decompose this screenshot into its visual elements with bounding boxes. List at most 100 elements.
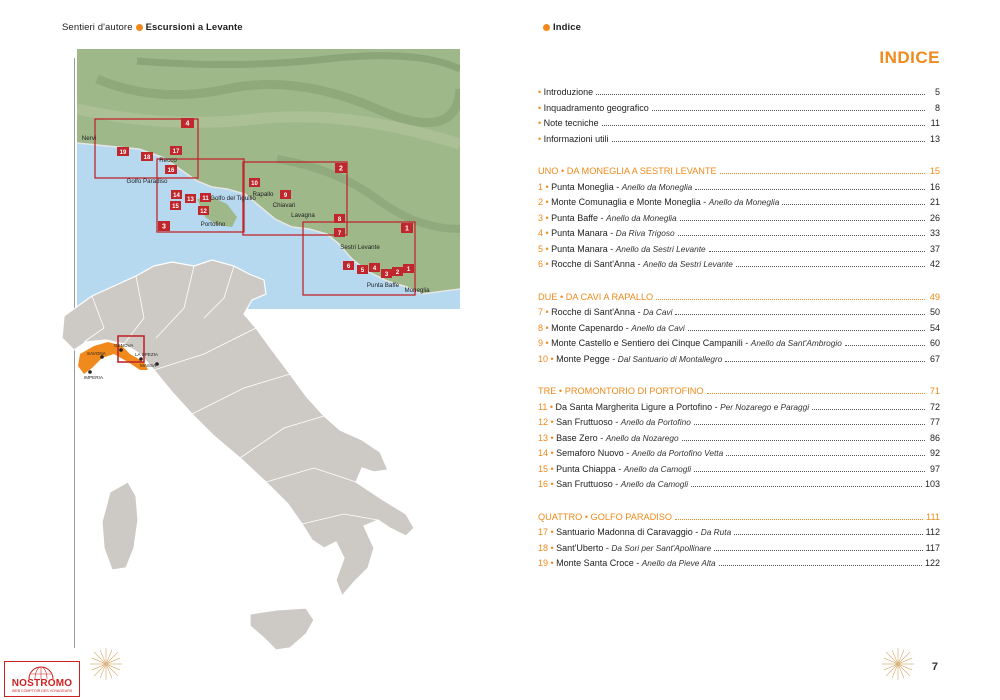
route-detail: Anello da Moneglia: [606, 212, 677, 223]
toc-entry[interactable]: 18 • Sant'Uberto - Da Sori per Sant'Apol…: [538, 543, 940, 559]
section-label: QUATTRO • GOLFO PARADISO: [538, 511, 673, 522]
left-page: Sentieri d'autore Escursioni a Levante 4…: [0, 0, 500, 700]
entry-page: 37: [929, 243, 940, 254]
entry-page: 97: [929, 463, 940, 474]
route-detail: Anello da Sant'Ambrogio: [750, 338, 842, 348]
route-number: 16: [168, 168, 175, 174]
route-name: Semaforo Nuovo: [556, 448, 624, 458]
route-name: Rocche di Sant'Anna: [551, 259, 635, 269]
page-number: 7: [931, 661, 938, 673]
map-place-label: Lavagna: [291, 212, 315, 219]
leader-dots: [706, 393, 925, 394]
section-label: DUE • DA CAVI A RAPALLO: [538, 291, 654, 302]
toc-entry[interactable]: • Inquadramento geografico 8: [538, 103, 940, 119]
leader-dots: [691, 486, 922, 487]
entry-label: Introduzione: [543, 87, 594, 97]
entry-page: 13: [929, 133, 940, 144]
globe-icon: [28, 666, 54, 679]
toc-entry[interactable]: • Note tecniche 11: [538, 118, 940, 134]
route-detail: Anello da Pieve Alta: [641, 558, 716, 568]
map-place-label: Recco: [159, 157, 177, 164]
route-number: 15: [172, 204, 179, 210]
leader-dots: [714, 549, 923, 551]
route-name: Monte Santa Croce: [556, 558, 634, 568]
toc-section-heading[interactable]: TRE • PROMONTORIO DI PORTOFINO 71: [538, 386, 940, 402]
entry-page: 112: [925, 527, 940, 537]
watermark-tagline: WEB COMPTOIR DES VOYAGEURS: [11, 689, 73, 693]
route-number: 14: [538, 448, 549, 458]
leader-dots: [844, 345, 925, 346]
toc-section-heading[interactable]: UNO • DA MONEGLIA A SESTRI LEVANTE 15: [538, 166, 940, 182]
toc-entry[interactable]: 3 • Punta Baffe - Anello da Moneglia 26: [538, 213, 940, 229]
section-page: 15: [929, 166, 940, 176]
compass-ornament-icon: [882, 648, 914, 680]
route-detail: Dal Santuario di Montallegro: [617, 353, 723, 364]
toc-entry[interactable]: 1 • Punta Moneglia - Anello da Moneglia 1…: [538, 182, 940, 198]
entry-page: 77: [929, 417, 940, 427]
route-detail: Anello da Camogli: [620, 479, 689, 489]
toc-entry[interactable]: 11 • Da Santa Margherita Ligure a Portof…: [538, 402, 940, 418]
page-title: INDICE: [879, 48, 940, 67]
toc-entry[interactable]: 17 • Santuario Madonna di Caravaggio - D…: [538, 527, 940, 543]
sector-number: 3: [162, 224, 166, 231]
toc-entry[interactable]: 19 • Monte Santa Croce - Anello da Pieve…: [538, 558, 940, 574]
leader-dots: [687, 329, 925, 331]
entry-page: 60: [929, 338, 940, 348]
toc-section-heading[interactable]: QUATTRO • GOLFO PARADISO 111: [538, 512, 940, 528]
entry-page: 26: [929, 212, 940, 223]
route-number: 10: [251, 181, 258, 187]
sector-number: 1: [405, 226, 409, 233]
leader-dots: [677, 235, 925, 236]
italy-city-label: SAVONA: [87, 351, 107, 356]
toc-entry[interactable]: 9 • Monte Castello e Sentiero dei Cinque…: [538, 338, 940, 354]
entry-page: 16: [929, 181, 940, 192]
toc-entry[interactable]: 15 • Punta Chiappa - Anello da Camogli 97: [538, 464, 940, 480]
route-name: San Fruttuoso: [556, 417, 613, 427]
sector-number: 4: [186, 121, 190, 128]
toc-entry[interactable]: 7 • Rocche di Sant'Anna - Da Cavi 50: [538, 307, 940, 323]
toc-entry[interactable]: 13 • Base Zero - Anello da Nozarego 86: [538, 433, 940, 449]
route-name: Base Zero: [556, 432, 598, 443]
map-place-label: Golfo Paradiso: [127, 178, 168, 185]
route-name: Da Santa Margherita Ligure a Portofino: [555, 401, 713, 412]
route-number: 19: [120, 150, 127, 156]
route-number: 16: [538, 479, 549, 489]
entry-page: 103: [924, 479, 940, 489]
toc-entry[interactable]: 16 • San Fruttuoso - Anello da Camogli 10…: [538, 479, 940, 495]
entry-page: 86: [929, 432, 940, 443]
toc-entry[interactable]: 12 • San Fruttuoso - Anello da Portofino…: [538, 417, 940, 433]
route-number: 11: [202, 196, 209, 202]
entry-page: 67: [929, 353, 940, 364]
bullet-dot-icon: [543, 23, 550, 31]
route-name: Punta Baffe: [551, 212, 599, 223]
toc-entry[interactable]: 14 • Semaforo Nuovo - Anello da Portofin…: [538, 448, 940, 464]
italy-city-label: IMPERIA: [84, 375, 104, 380]
toc-section-heading[interactable]: DUE • DA CAVI A RAPALLO 49: [538, 292, 940, 308]
toc-entry[interactable]: 5 • Punta Manara - Anello da Sestri Leva…: [538, 244, 940, 260]
entry-page: 42: [929, 259, 940, 269]
toc-entry[interactable]: 8 • Monte Capenardo - Anello da Cavi 54: [538, 323, 940, 339]
toc-entry[interactable]: 4 • Punta Manara - Da Riva Trigoso 33: [538, 228, 940, 244]
entry-page: 92: [929, 448, 940, 458]
toc-entry[interactable]: • Informazioni utili 13: [538, 134, 940, 150]
route-name: Punta Moneglia: [551, 181, 614, 192]
toc-entry[interactable]: 10 • Monte Pegge - Dal Santuario di Mont…: [538, 354, 940, 370]
route-number: 12: [538, 417, 549, 427]
bullet-dot-icon: [135, 23, 143, 31]
leader-dots: [694, 470, 925, 472]
route-name: Santuario Madonna di Caravaggio: [556, 527, 693, 537]
leader-dots: [675, 518, 924, 520]
toc-entry[interactable]: • Introduzione 5: [538, 87, 940, 103]
leader-dots: [734, 534, 923, 535]
entry-label: Note tecniche: [543, 118, 599, 128]
entry-page: 50: [929, 307, 940, 317]
sector-number: 2: [339, 166, 343, 173]
italy-city-label: GENOVA: [114, 343, 134, 348]
toc-entry[interactable]: 2 • Monte Comunaglia e Monte Moneglia - …: [538, 197, 940, 213]
toc-entry[interactable]: 6 • Rocche di Sant'Anna - Anello da Sest…: [538, 259, 940, 275]
route-number: 15: [538, 463, 549, 474]
route-detail: Anello da Nozarego: [605, 432, 679, 443]
entry-page: 122: [924, 558, 940, 568]
route-detail: Anello da Moneglia: [621, 181, 693, 192]
map-place-label: Nervi: [82, 135, 96, 142]
